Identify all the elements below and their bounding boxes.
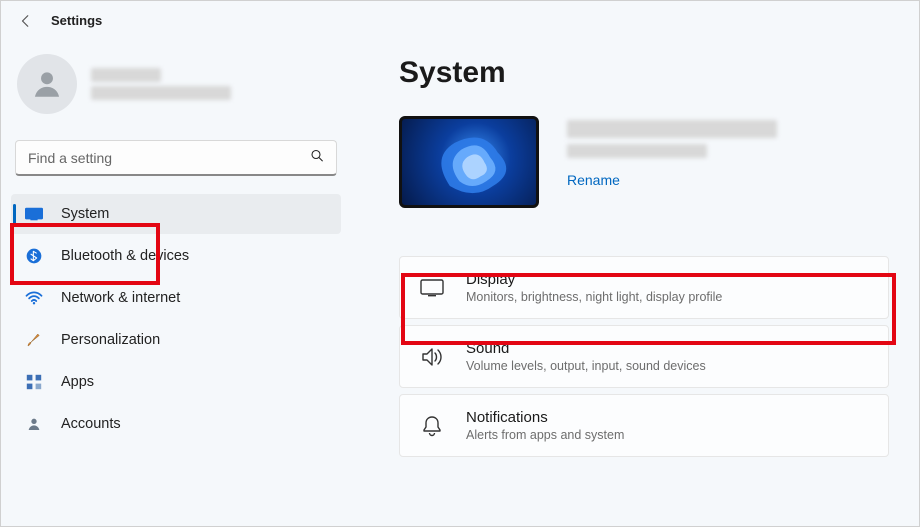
titlebar: Settings — [1, 1, 919, 36]
card-sub: Alerts from apps and system — [466, 428, 624, 442]
avatar — [17, 54, 77, 114]
wifi-icon — [25, 289, 43, 307]
device-info: Rename — [567, 116, 777, 188]
profile-name-redacted — [91, 68, 161, 82]
card-title: Display — [466, 271, 722, 288]
search-icon[interactable] — [309, 148, 325, 169]
card-display[interactable]: Display Monitors, brightness, night ligh… — [399, 256, 889, 319]
profile-block[interactable] — [11, 46, 341, 134]
settings-card-list: Display Monitors, brightness, night ligh… — [399, 256, 889, 457]
card-notifications[interactable]: Notifications Alerts from apps and syste… — [399, 394, 889, 457]
paintbrush-icon — [25, 331, 43, 349]
bluetooth-icon — [25, 247, 43, 265]
card-sound[interactable]: Sound Volume levels, output, input, soun… — [399, 325, 889, 388]
sidebar-item-system[interactable]: System — [11, 194, 341, 234]
device-model-redacted — [567, 144, 707, 158]
sidebar-item-label: Network & internet — [61, 290, 180, 306]
nav-list: System Bluetooth & devices Network & int… — [11, 194, 341, 444]
back-icon[interactable] — [19, 14, 33, 28]
profile-text — [91, 68, 231, 100]
system-icon — [25, 205, 43, 223]
card-title: Sound — [466, 340, 706, 357]
card-sub: Monitors, brightness, night light, displ… — [466, 290, 722, 304]
search-input[interactable] — [15, 140, 337, 176]
display-icon — [420, 276, 444, 300]
sidebar-item-bluetooth[interactable]: Bluetooth & devices — [11, 236, 341, 276]
sidebar-item-personalization[interactable]: Personalization — [11, 320, 341, 360]
sidebar-item-apps[interactable]: Apps — [11, 362, 341, 402]
main-panel: System Rename Display — [351, 36, 919, 521]
page-title: System — [399, 56, 889, 90]
card-title: Notifications — [466, 409, 624, 426]
sidebar-item-label: Bluetooth & devices — [61, 248, 189, 264]
bell-icon — [420, 414, 444, 438]
sidebar-item-network[interactable]: Network & internet — [11, 278, 341, 318]
sidebar: System Bluetooth & devices Network & int… — [1, 36, 351, 521]
device-row: Rename — [399, 116, 889, 208]
apps-icon — [25, 373, 43, 391]
profile-email-redacted — [91, 86, 231, 100]
sound-icon — [420, 345, 444, 369]
device-thumbnail[interactable] — [399, 116, 539, 208]
card-sub: Volume levels, output, input, sound devi… — [466, 359, 706, 373]
sidebar-item-accounts[interactable]: Accounts — [11, 404, 341, 444]
sidebar-item-label: Personalization — [61, 332, 160, 348]
rename-link[interactable]: Rename — [567, 172, 777, 188]
sidebar-item-label: System — [61, 206, 109, 222]
app-title: Settings — [51, 13, 102, 28]
search-box — [15, 140, 337, 176]
sidebar-item-label: Accounts — [61, 416, 121, 432]
sidebar-item-label: Apps — [61, 374, 94, 390]
device-name-redacted — [567, 120, 777, 138]
accounts-icon — [25, 415, 43, 433]
